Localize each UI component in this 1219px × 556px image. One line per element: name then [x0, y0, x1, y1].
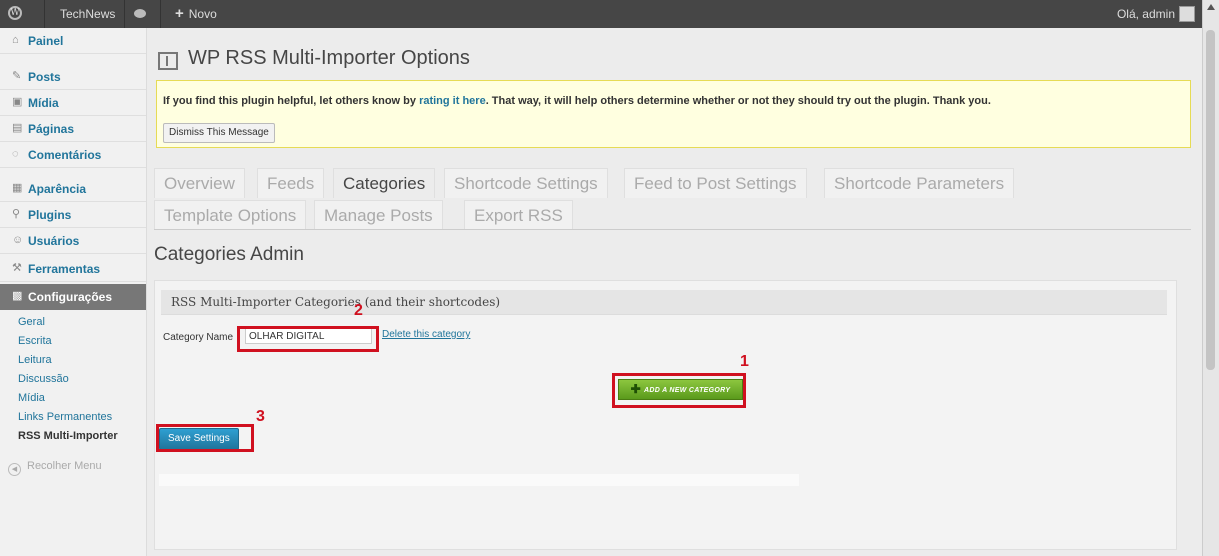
scroll-up-arrow-icon[interactable]	[1207, 4, 1215, 10]
main-content: WP RSS Multi-Importer Options If you fin…	[146, 28, 1203, 556]
annotation-box-3	[156, 424, 254, 452]
settings-page-icon	[158, 52, 178, 70]
new-content-button[interactable]: + Novo	[175, 0, 217, 28]
users-icon: ☺	[12, 234, 24, 246]
notice-text: If you find this plugin helpful, let oth…	[163, 95, 991, 107]
menu-item-painel[interactable]: ⌂ Painel	[0, 28, 146, 54]
settings-icon: ▩	[12, 290, 23, 302]
menu-label: Plugins	[28, 208, 72, 222]
tab-feed-to-post-settings[interactable]: Feed to Post Settings	[624, 168, 807, 198]
site-name-link[interactable]: TechNews	[60, 0, 115, 28]
annotation-box-1	[612, 373, 746, 408]
collapse-arrow-icon: ◀	[8, 463, 21, 476]
divider	[124, 0, 125, 28]
dismiss-message-button[interactable]: Dismiss This Message	[163, 123, 275, 143]
menu-label: Painel	[28, 34, 64, 48]
submenu-item-midia[interactable]: Mídia	[18, 392, 45, 404]
submenu-item-discussao[interactable]: Discussão	[18, 373, 69, 385]
scrollbar-thumb[interactable]	[1206, 30, 1215, 370]
tools-icon: ⚒	[12, 262, 22, 274]
menu-label: Mídia	[28, 96, 59, 110]
collapse-menu-button[interactable]: ◀ Recolher Menu	[8, 460, 102, 476]
postbox-header: RSS Multi-Importer Categories (and their…	[161, 290, 1167, 315]
pin-icon: ✎	[12, 70, 22, 82]
new-label: Novo	[188, 7, 217, 21]
category-name-label: Category Name	[163, 332, 234, 343]
categories-postbox: RSS Multi-Importer Categories (and their…	[154, 280, 1177, 550]
admin-bar: W TechNews + Novo Olá, admin	[0, 0, 1219, 28]
menu-item-plugins[interactable]: ⚲ Plugins	[0, 202, 146, 228]
annotation-number-1: 1	[740, 353, 749, 370]
avatar[interactable]	[1179, 6, 1195, 22]
menu-label: Ferramentas	[28, 262, 101, 276]
menu-label: Usuários	[28, 234, 80, 248]
delete-category-link[interactable]: Delete this category	[382, 329, 470, 340]
submenu-item-rss-multi-importer[interactable]: RSS Multi-Importer	[18, 430, 118, 442]
menu-label: Posts	[28, 70, 61, 84]
menu-item-midia[interactable]: ▣ Mídia	[0, 90, 146, 116]
admin-sidebar: ⌂ Painel ✎ Posts ▣ Mídia ▤ Páginas ◌ Comentár…	[0, 28, 147, 556]
menu-item-usuarios[interactable]: ☺ Usuários	[0, 228, 146, 254]
plus-icon: +	[175, 5, 184, 22]
menu-label: Configurações	[28, 290, 113, 304]
media-icon: ▣	[12, 96, 23, 108]
menu-label: Aparência	[28, 182, 87, 196]
annotation-number-2: 2	[354, 302, 363, 319]
comments-icon: ◌	[12, 148, 19, 160]
page-title: WP RSS Multi-Importer Options	[188, 47, 470, 69]
menu-item-aparencia[interactable]: ▦ Aparência	[0, 176, 146, 202]
comments-bubble-icon[interactable]	[134, 0, 148, 28]
tab-export-rss[interactable]: Export RSS	[464, 200, 573, 230]
submenu-item-escrita[interactable]: Escrita	[18, 335, 52, 347]
divider	[160, 0, 161, 28]
tab-feeds[interactable]: Feeds	[257, 168, 325, 198]
rating-link[interactable]: rating it here	[419, 95, 486, 107]
plugin-notice: If you find this plugin helpful, let oth…	[156, 80, 1191, 148]
notice-text-start: If you find this plugin helpful, let oth…	[163, 95, 420, 107]
menu-item-paginas[interactable]: ▤ Páginas	[0, 116, 146, 142]
divider	[154, 229, 1191, 230]
account-greeting[interactable]: Olá, admin	[1117, 0, 1175, 28]
menu-item-comentarios[interactable]: ◌ Comentários	[0, 142, 146, 168]
tab-shortcode-settings[interactable]: Shortcode Settings	[444, 168, 608, 198]
tab-categories[interactable]: Categories	[333, 168, 436, 198]
wordpress-logo-icon[interactable]: W	[8, 0, 30, 28]
plugins-icon: ⚲	[12, 208, 21, 220]
tab-template-options[interactable]: Template Options	[154, 200, 307, 230]
divider	[44, 0, 45, 28]
submenu-item-links-permanentes[interactable]: Links Permanentes	[18, 411, 112, 423]
collapse-label: Recolher Menu	[27, 460, 102, 472]
tab-manage-posts[interactable]: Manage Posts	[314, 200, 443, 230]
menu-label: Comentários	[28, 148, 102, 162]
home-icon: ⌂	[12, 34, 19, 46]
tab-overview[interactable]: Overview	[154, 168, 245, 198]
page-scrollbar[interactable]	[1202, 0, 1219, 556]
annotation-box-2	[237, 326, 379, 352]
menu-item-ferramentas[interactable]: ⚒ Ferramentas	[0, 256, 146, 282]
pages-icon: ▤	[12, 122, 23, 134]
section-title: Categories Admin	[154, 244, 304, 265]
tab-shortcode-parameters[interactable]: Shortcode Parameters	[824, 168, 1015, 198]
menu-item-configuracoes[interactable]: ▩ Configurações	[0, 284, 146, 310]
submenu-item-leitura[interactable]: Leitura	[18, 354, 52, 366]
empty-field-bar	[159, 474, 799, 486]
annotation-number-3: 3	[256, 408, 265, 425]
postbox-title: RSS Multi-Importer Categories (and their…	[171, 295, 501, 309]
appearance-icon: ▦	[12, 182, 23, 194]
submenu-item-geral[interactable]: Geral	[18, 316, 45, 328]
notice-text-end: . That way, it will help others determin…	[485, 95, 991, 107]
menu-label: Páginas	[28, 122, 75, 136]
menu-item-posts[interactable]: ✎ Posts	[0, 64, 146, 90]
